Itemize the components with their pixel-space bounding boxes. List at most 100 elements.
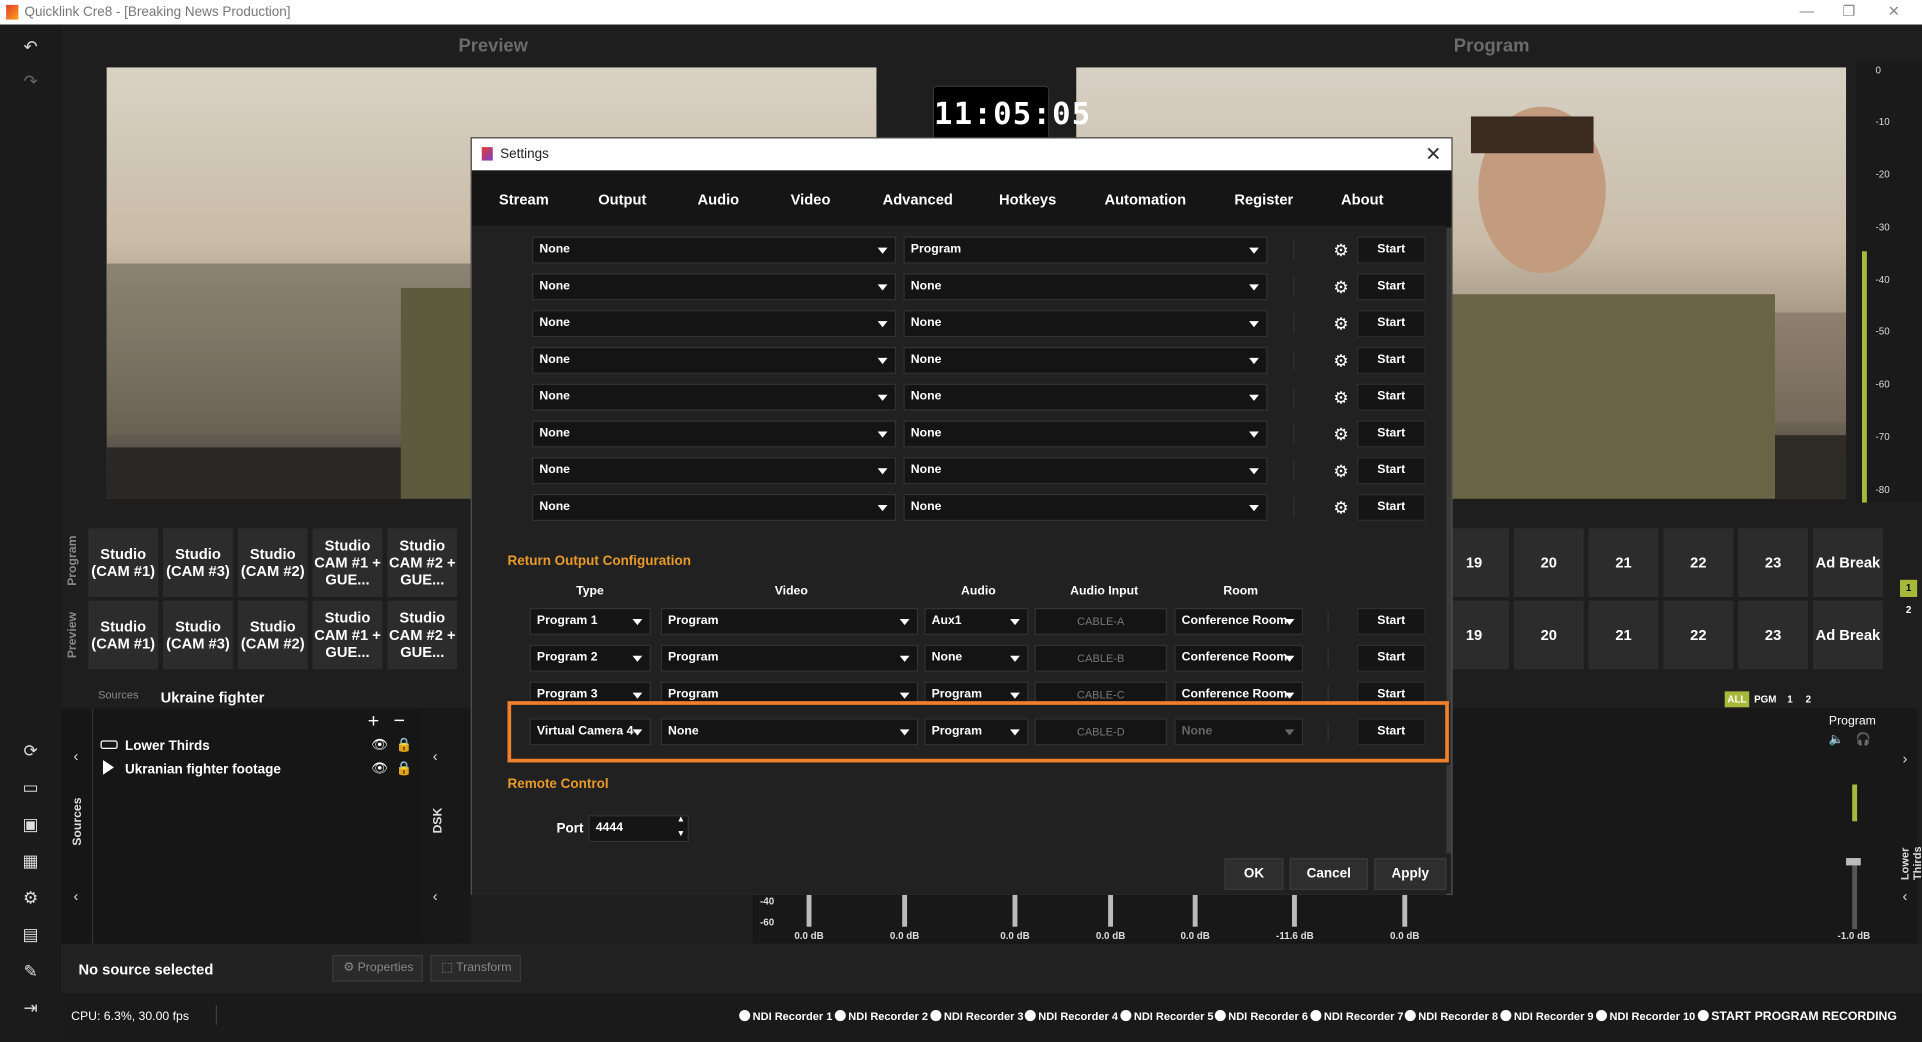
cancel-button[interactable]: Cancel xyxy=(1289,858,1368,890)
page-1-badge[interactable]: 1 xyxy=(1899,579,1918,597)
properties-button[interactable]: ⚙ Properties xyxy=(332,954,423,982)
ndi-recorder-6[interactable]: NDI Recorder 6 xyxy=(1215,1010,1308,1022)
scene-program-4[interactable]: Studio CAM #1 + GUE... xyxy=(312,528,383,597)
gear-icon[interactable]: ⚙ xyxy=(1332,278,1349,295)
channel-fader[interactable] xyxy=(1012,894,1018,927)
tab-video[interactable]: Video xyxy=(791,191,831,208)
scene-program-3[interactable]: Studio (CAM #2) xyxy=(237,528,308,597)
add-source-icon[interactable]: + xyxy=(368,711,379,733)
ndi-recorder-4[interactable]: NDI Recorder 4 xyxy=(1025,1010,1118,1022)
port-input[interactable]: 4444 xyxy=(588,815,689,843)
scene-program-23[interactable]: 23 xyxy=(1738,528,1809,597)
scene-preview-ad-break[interactable]: Ad Break xyxy=(1812,600,1883,670)
return-audio-select[interactable]: None xyxy=(924,644,1029,672)
start-button[interactable]: Start xyxy=(1356,236,1426,264)
scene-preview-5[interactable]: Studio CAM #2 + GUE... xyxy=(387,600,458,670)
ndi-recorder-10[interactable]: NDI Recorder 10 xyxy=(1596,1010,1695,1022)
chevron-left-icon[interactable]: ‹ xyxy=(1902,887,1907,904)
start-button[interactable]: Start xyxy=(1356,607,1426,635)
channel-fader[interactable] xyxy=(1192,894,1198,927)
scene-program-21[interactable]: 21 xyxy=(1588,528,1659,597)
scene-program-5[interactable]: Studio CAM #2 + GUE... xyxy=(387,528,458,597)
stepper-down-icon[interactable]: ▼ xyxy=(677,830,686,839)
return-room-select[interactable]: Conference Room xyxy=(1174,644,1304,672)
ndi-recorder-8[interactable]: NDI Recorder 8 xyxy=(1405,1010,1498,1022)
start-button[interactable]: Start xyxy=(1356,420,1426,448)
source-item-lower-thirds[interactable]: Lower Thirds xyxy=(125,739,210,754)
return-audio-input[interactable]: CABLE-B xyxy=(1034,644,1167,672)
gear-icon[interactable]: ⚙ xyxy=(1332,462,1349,479)
output-source-select[interactable]: None xyxy=(531,457,897,485)
channel-fader[interactable] xyxy=(1291,894,1297,927)
refresh-icon[interactable]: ⟳ xyxy=(21,740,41,760)
master-fader-track[interactable] xyxy=(1852,858,1858,930)
output-target-select[interactable]: None xyxy=(903,420,1268,448)
start-button[interactable]: Start xyxy=(1356,493,1426,521)
output-target-select[interactable]: None xyxy=(903,273,1268,301)
channel-fader[interactable] xyxy=(1402,894,1408,927)
channel-fader[interactable] xyxy=(1108,894,1114,927)
return-audio-input[interactable]: CABLE-A xyxy=(1034,607,1167,635)
visibility-eye-icon[interactable]: 👁 xyxy=(371,760,388,776)
scene-preview-1[interactable]: Studio (CAM #1) xyxy=(88,600,159,670)
speaker-icon[interactable]: 🔈 xyxy=(1829,733,1844,746)
output-target-select[interactable]: None xyxy=(903,310,1268,338)
page-2-badge[interactable]: 2 xyxy=(1900,602,1917,619)
output-target-select[interactable]: None xyxy=(903,346,1268,374)
return-type-select[interactable]: Program 1 xyxy=(529,607,651,635)
scene-preview-21[interactable]: 21 xyxy=(1588,600,1659,670)
ndi-recorder-9[interactable]: NDI Recorder 9 xyxy=(1500,1010,1594,1022)
output-target-select[interactable]: Program xyxy=(903,236,1268,264)
apply-button[interactable]: Apply xyxy=(1374,858,1447,890)
filter-all[interactable]: ALL xyxy=(1724,691,1750,708)
tab-audio[interactable]: Audio xyxy=(697,191,739,208)
tab-hotkeys[interactable]: Hotkeys xyxy=(999,191,1056,208)
scene-preview-22[interactable]: 22 xyxy=(1663,600,1734,670)
lock-icon[interactable]: 🔒 xyxy=(396,760,413,776)
filter-1[interactable]: 1 xyxy=(1787,694,1792,705)
start-button[interactable]: Start xyxy=(1356,644,1426,672)
scene-program-1[interactable]: Studio (CAM #1) xyxy=(88,528,159,597)
lower-thirds-control-label[interactable]: Lower Thirds Control xyxy=(1899,841,1922,880)
gear-icon[interactable]: ⚙ xyxy=(1332,352,1349,369)
output-source-select[interactable]: None xyxy=(531,383,897,411)
ndi-recorder-1[interactable]: NDI Recorder 1 xyxy=(739,1010,833,1022)
ndi-recorder-2[interactable]: NDI Recorder 2 xyxy=(835,1010,928,1022)
start-button[interactable]: Start xyxy=(1356,383,1426,411)
stepper-up-icon[interactable]: ▲ xyxy=(677,815,686,824)
start-button[interactable]: Start xyxy=(1356,457,1426,485)
return-audio-select[interactable]: Aux1 xyxy=(924,607,1029,635)
gear-icon[interactable]: ⚙ xyxy=(1332,425,1349,442)
output-source-select[interactable]: None xyxy=(531,420,897,448)
gear-icon[interactable]: ⚙ xyxy=(1332,389,1349,406)
lock-icon[interactable]: 🔒 xyxy=(396,737,413,753)
start-button[interactable]: Start xyxy=(1356,310,1426,338)
exit-icon[interactable]: ⇥ xyxy=(21,998,41,1018)
remove-source-icon[interactable]: − xyxy=(393,711,404,733)
start-button[interactable]: Start xyxy=(1356,346,1426,374)
scene-program-2[interactable]: Studio (CAM #3) xyxy=(163,528,233,597)
chevron-left-icon[interactable]: ‹ xyxy=(74,748,79,765)
tab-advanced[interactable]: Advanced xyxy=(883,191,953,208)
tab-about[interactable]: About xyxy=(1341,191,1383,208)
output-source-select[interactable]: None xyxy=(531,310,897,338)
visibility-eye-icon[interactable]: 👁 xyxy=(371,737,388,753)
chevron-left-icon[interactable]: ‹ xyxy=(433,748,438,765)
undo-icon[interactable]: ↶ xyxy=(21,37,41,57)
return-video-select[interactable]: Program xyxy=(660,644,919,672)
monitor-icon[interactable]: ▭ xyxy=(21,777,41,797)
settings-gear-icon[interactable]: ⚙ xyxy=(21,887,41,907)
tab-stream[interactable]: Stream xyxy=(499,191,549,208)
output-source-select[interactable]: None xyxy=(531,493,897,521)
tab-output[interactable]: Output xyxy=(598,191,646,208)
scene-program-ad-break[interactable]: Ad Break xyxy=(1812,528,1883,597)
output-source-select[interactable]: None xyxy=(531,346,897,374)
close-icon[interactable]: ✕ xyxy=(1425,142,1441,167)
scene-program-22[interactable]: 22 xyxy=(1663,528,1734,597)
grid-icon[interactable]: ▦ xyxy=(21,851,41,871)
filter-pgm[interactable]: PGM xyxy=(1754,694,1776,705)
headphones-icon[interactable]: 🎧 xyxy=(1856,733,1871,746)
start-program-recording[interactable]: START PROGRAM RECORDING xyxy=(1698,1010,1897,1023)
chevron-right-icon[interactable]: › xyxy=(1902,750,1907,767)
output-target-select[interactable]: None xyxy=(903,493,1268,521)
